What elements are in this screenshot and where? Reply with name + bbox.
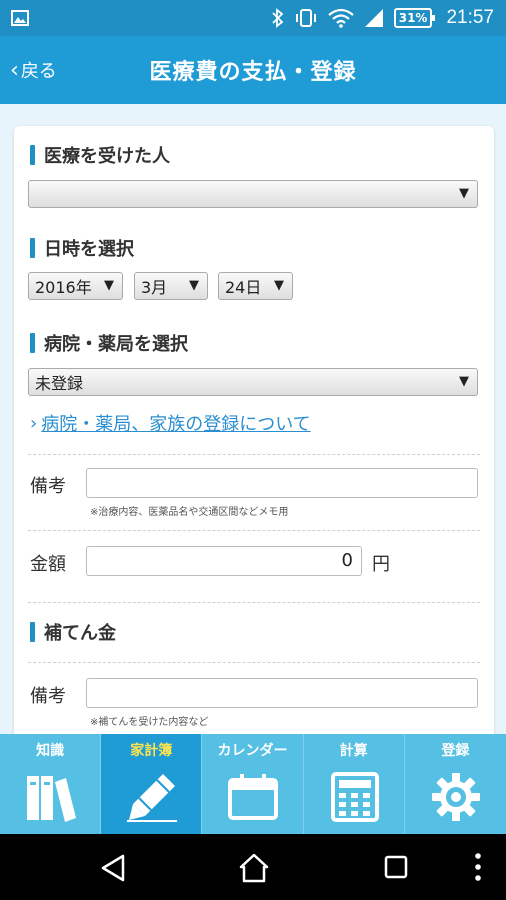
bottom-tab-bar: 知識 家計簿 カレンダー 計算 登録: [0, 734, 506, 834]
divider: [28, 530, 480, 531]
tab-calendar[interactable]: カレンダー: [202, 734, 304, 834]
tab-knowledge[interactable]: 知識: [0, 734, 102, 834]
memo-hint: ※治療内容、医薬品名や交通区間などメモ用: [90, 507, 289, 518]
tab-label: 家計簿: [130, 743, 173, 759]
home-nav-icon[interactable]: [238, 852, 270, 884]
memo-label: 備考: [30, 476, 66, 497]
tab-household-budget[interactable]: 家計簿: [101, 734, 203, 834]
patient-heading: 医療を受けた人: [30, 143, 170, 167]
overflow-menu-icon[interactable]: [474, 852, 482, 882]
date-heading: 日時を選択: [30, 236, 134, 260]
tab-label: 登録: [441, 743, 470, 759]
tab-label: 知識: [36, 743, 65, 759]
memo-input[interactable]: [86, 468, 478, 498]
tab-label: 計算: [339, 743, 368, 759]
subsidy-memo-input[interactable]: [86, 678, 478, 708]
bluetooth-icon: [272, 8, 284, 28]
tab-label: カレンダー: [217, 743, 288, 759]
amount-label: 金額: [30, 554, 66, 575]
tab-registration[interactable]: 登録: [405, 734, 506, 834]
app-header: ‹ 戻る 医療費の支払・登録: [0, 36, 506, 104]
hospital-heading: 病院・薬局を選択: [30, 331, 188, 355]
divider: [28, 454, 480, 455]
back-nav-icon[interactable]: [100, 854, 126, 882]
pencil-icon: [127, 774, 178, 822]
amount-unit: 円: [372, 554, 390, 575]
battery-indicator: 31%: [393, 8, 436, 28]
calculator-icon: [330, 772, 379, 822]
divider: [28, 602, 480, 603]
heading-marker: [30, 238, 35, 258]
dropdown-arrow-icon: ▼: [274, 278, 284, 293]
dropdown-arrow-icon: ▼: [189, 278, 199, 293]
dropdown-arrow-icon: ▼: [104, 278, 114, 293]
status-time: 21:57: [446, 7, 494, 28]
patient-select[interactable]: ▼: [28, 180, 478, 208]
gear-icon: [431, 773, 480, 821]
dropdown-arrow-icon: ▼: [459, 374, 469, 389]
vibrate-icon: [295, 9, 316, 27]
books-icon: [27, 776, 76, 822]
heading-marker: [30, 333, 35, 353]
tab-calculation[interactable]: 計算: [304, 734, 405, 834]
page-title: 医療費の支払・登録: [149, 60, 357, 85]
chevron-right-icon: ›: [30, 412, 38, 434]
heading-marker: [30, 145, 35, 165]
divider: [28, 662, 480, 663]
registration-help-link[interactable]: › 病院・薬局、家族の登録について: [30, 410, 311, 436]
heading-marker: [30, 622, 35, 642]
amount-input[interactable]: 0: [86, 546, 362, 576]
dropdown-arrow-icon: ▼: [459, 186, 469, 201]
cell-signal-icon: [364, 9, 383, 27]
subsidy-memo-label: 備考: [30, 686, 66, 707]
form-card: 医療を受けた人 ▼ 日時を選択 2016年 ▼ 3月 ▼ 24日 ▼ 病院・薬局…: [14, 126, 494, 734]
image-notification-icon: [11, 10, 29, 26]
recent-apps-nav-icon[interactable]: [384, 855, 408, 879]
status-bar: 31% 21:57: [0, 0, 506, 36]
system-nav-bar: [0, 834, 506, 900]
subsidy-heading: 補てん金: [30, 620, 116, 644]
wifi-icon: [328, 8, 354, 28]
subsidy-memo-hint: ※補てんを受けた内容など: [90, 717, 209, 728]
hospital-select[interactable]: 未登録 ▼: [28, 368, 478, 396]
day-select[interactable]: 24日 ▼: [218, 272, 293, 300]
year-select[interactable]: 2016年 ▼: [28, 272, 123, 300]
content-area[interactable]: 医療を受けた人 ▼ 日時を選択 2016年 ▼ 3月 ▼ 24日 ▼ 病院・薬局…: [0, 104, 506, 734]
calendar-icon: [228, 774, 279, 820]
month-select[interactable]: 3月 ▼: [134, 272, 208, 300]
